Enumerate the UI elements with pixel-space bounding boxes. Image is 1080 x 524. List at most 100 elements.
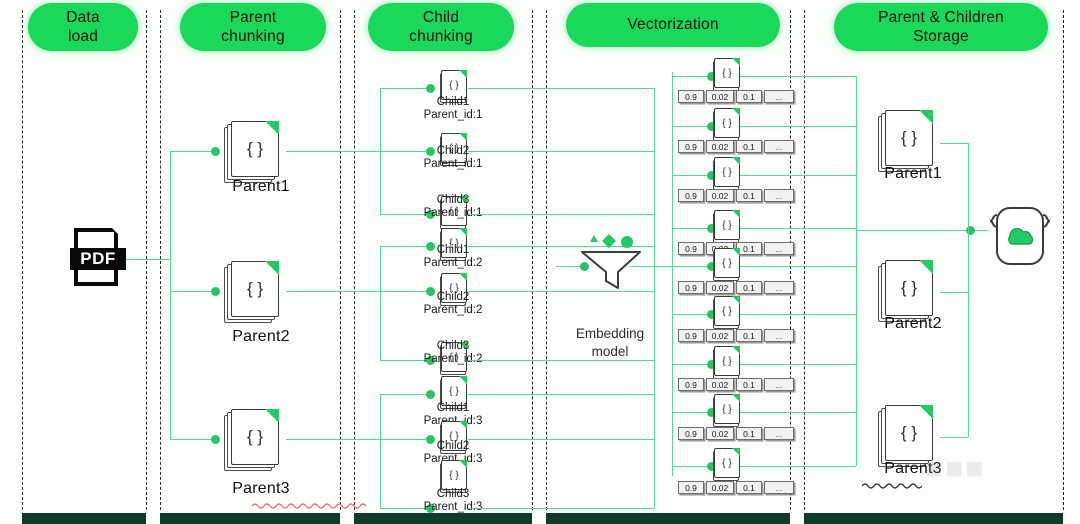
vector-row: 0.9 0.02 0.1 ...	[678, 378, 794, 391]
watermark: ■■■	[925, 452, 986, 485]
stored-parent-icon: { }	[878, 260, 940, 322]
child-name: Child3	[436, 340, 470, 352]
column-divider	[340, 10, 341, 510]
bottom-band	[354, 513, 532, 524]
bottom-band	[804, 513, 1063, 524]
vector-cell: 0.1	[736, 189, 762, 202]
doc-glyph: { }	[449, 469, 459, 481]
connector	[286, 151, 380, 152]
vector-cell: 0.9	[678, 242, 704, 255]
connector	[740, 126, 856, 127]
connector	[740, 175, 856, 176]
doc-glyph: { }	[722, 305, 732, 317]
vector-document-icon: { }	[710, 296, 744, 329]
vector-cell: ...	[764, 378, 794, 391]
vector-document-icon: { }	[710, 157, 744, 190]
stage-header-data-load[interactable]: Data load	[28, 3, 138, 51]
bottom-band	[160, 513, 340, 524]
column-divider	[354, 10, 355, 510]
doc-glyph: { }	[246, 279, 264, 298]
connector	[468, 394, 654, 395]
bottom-band	[546, 513, 790, 524]
stage-header-child-chunking[interactable]: Child chunking	[368, 3, 514, 51]
vector-cell: ...	[764, 189, 794, 202]
vector-cell: 0.02	[706, 140, 734, 153]
vector-document-icon: { }	[710, 248, 744, 281]
connector	[968, 143, 969, 437]
stage-label: Parent & Children Storage	[878, 8, 1004, 45]
connector	[468, 214, 654, 215]
vector-cell: 0.02	[706, 189, 734, 202]
vector-cell: 0.9	[678, 427, 704, 440]
parent-document-icon: { }	[224, 121, 286, 183]
column-divider	[804, 10, 805, 510]
vector-row: 0.9 0.02 0.1 ...	[678, 189, 794, 202]
stage-header-storage[interactable]: Parent & Children Storage	[834, 3, 1048, 51]
doc-glyph: { }	[900, 128, 918, 147]
pdf-file-icon: PDF	[70, 227, 127, 290]
connector	[740, 76, 856, 77]
connector	[468, 360, 654, 361]
parent-caption: Parent2	[232, 328, 290, 345]
connector	[672, 126, 712, 127]
connector	[672, 314, 712, 315]
stage-label: Data load	[66, 8, 100, 45]
vector-document-icon: { }	[710, 108, 744, 141]
stored-parent-icon: { }	[878, 110, 940, 172]
connector	[672, 466, 712, 467]
pdf-label: PDF	[80, 249, 116, 268]
connector	[940, 437, 968, 438]
connector	[380, 394, 428, 395]
child-parent-id: Parent_id:1	[423, 109, 483, 122]
doc-glyph: { }	[722, 355, 732, 367]
column-divider	[160, 10, 161, 510]
vector-cell: 0.02	[706, 329, 734, 342]
vector-row: 0.9 0.02 0.1 ...	[678, 427, 794, 440]
connector	[672, 175, 712, 176]
doc-glyph: { }	[722, 67, 732, 79]
stage-label: Vectorization	[627, 16, 719, 34]
connector	[170, 151, 171, 439]
connector	[940, 292, 968, 293]
stored-parent-caption: Parent2	[884, 315, 942, 332]
doc-glyph: { }	[722, 166, 732, 178]
vector-cell: 0.1	[736, 281, 762, 294]
child-name: Child2	[436, 145, 470, 157]
connector	[740, 266, 856, 267]
vector-document-icon: { }	[710, 210, 744, 243]
vector-cell: ...	[764, 427, 794, 440]
connector	[672, 266, 712, 267]
connector	[170, 439, 215, 440]
vector-cell: ...	[764, 242, 794, 255]
vector-cell: 0.1	[736, 90, 762, 103]
vector-cell: ...	[764, 281, 794, 294]
connector	[380, 246, 381, 360]
child-name: Child3	[436, 488, 470, 500]
spellcheck-underline	[861, 477, 923, 489]
connector	[468, 439, 654, 440]
stage-header-parent-chunking[interactable]: Parent chunking	[180, 3, 326, 51]
vector-cell: 0.1	[736, 378, 762, 391]
parent-document-icon: { }	[224, 409, 286, 471]
vector-cell: 0.02	[706, 378, 734, 391]
connector	[740, 466, 856, 467]
connector	[856, 76, 857, 466]
vector-cell: 0.1	[736, 481, 762, 494]
vector-cell: 0.9	[678, 481, 704, 494]
connector	[170, 291, 215, 292]
child-name: Child2	[436, 291, 470, 303]
connector-dot	[426, 84, 435, 93]
vector-cell: ...	[764, 90, 794, 103]
doc-glyph: { }	[449, 385, 459, 397]
connector	[468, 88, 654, 89]
doc-glyph: { }	[722, 457, 732, 469]
stage-header-vectorization[interactable]: Vectorization	[566, 3, 780, 47]
vector-cell: 0.1	[736, 329, 762, 342]
vector-document-icon: { }	[710, 58, 744, 91]
child-name: Child3	[436, 194, 470, 206]
child-name: Child1	[436, 96, 470, 108]
connector	[740, 412, 856, 413]
connector	[630, 266, 672, 267]
column-divider	[532, 10, 533, 510]
child-parent-id: Parent_id:2	[423, 257, 483, 270]
